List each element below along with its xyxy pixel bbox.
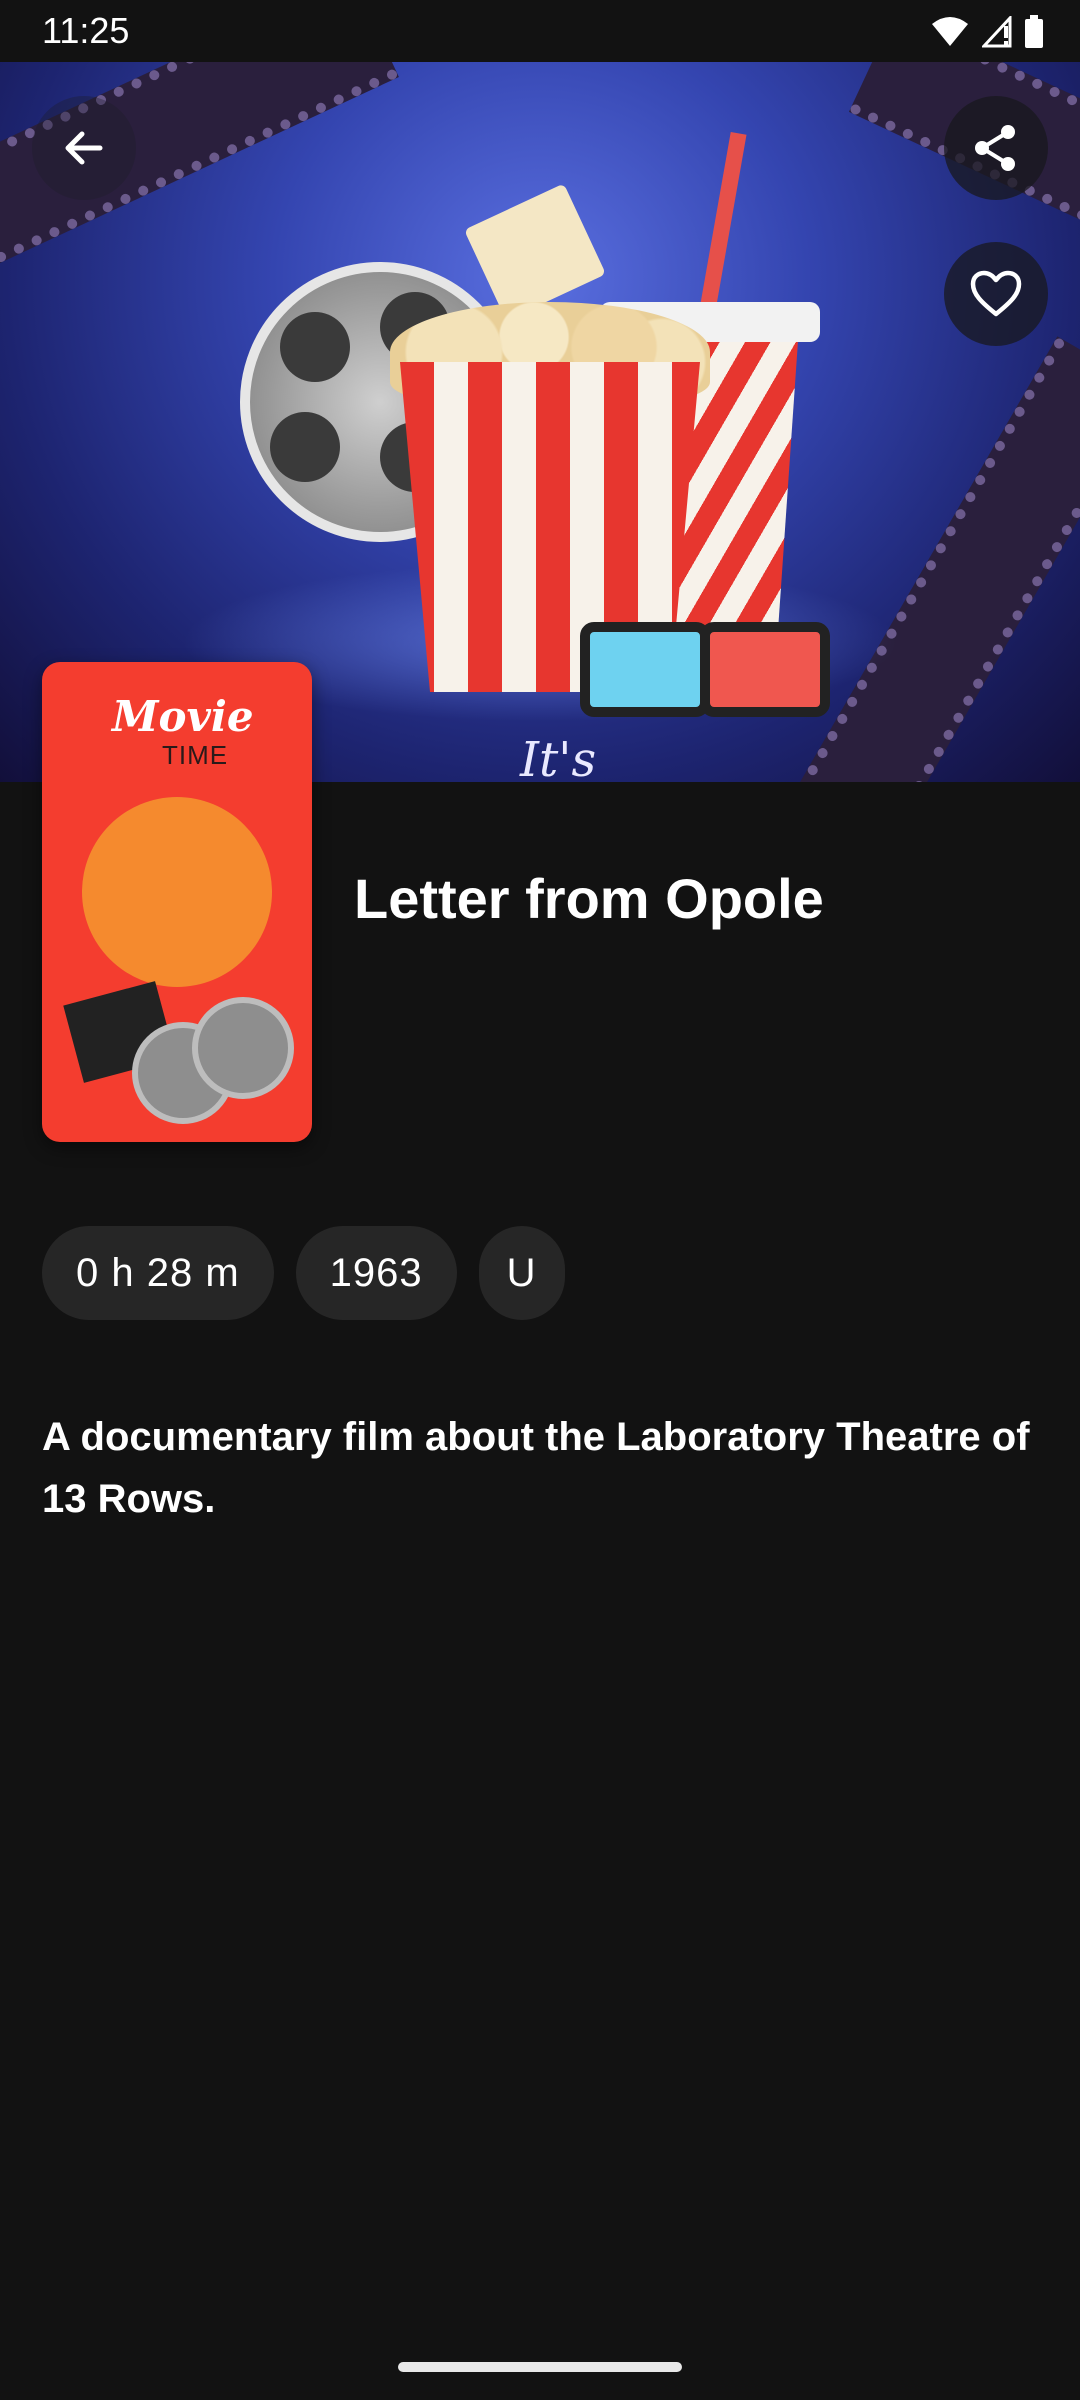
home-indicator[interactable] (398, 2362, 682, 2372)
signal-icon (982, 16, 1012, 48)
poster-reel-illustration (192, 997, 294, 1099)
wifi-icon (932, 17, 968, 46)
arrow-left-icon (65, 131, 103, 165)
back-button[interactable] (32, 96, 136, 200)
year-chip: 1963 (295, 1226, 457, 1320)
share-button[interactable] (944, 96, 1048, 200)
movie-title: Letter from Opole (354, 867, 824, 930)
movie-info-chips: 0 h 28 m 1963 U (42, 1226, 565, 1320)
3d-glasses-illustration (580, 622, 830, 717)
poster-title-movie: Movie (112, 692, 254, 741)
favorite-button[interactable] (944, 242, 1048, 346)
status-time: 11:25 (42, 10, 130, 51)
straw-illustration (699, 131, 747, 313)
tickets-illustration (464, 183, 606, 321)
hero-script-text: It's (520, 732, 597, 782)
movie-description: A documentary film about the Laboratory … (42, 1415, 1030, 1521)
poster-title-time: TIME (162, 740, 229, 770)
heart-outline-icon (970, 270, 1022, 317)
share-icon (975, 125, 1015, 171)
duration-chip: 0 h 28 m (42, 1226, 274, 1320)
movie-poster: Movie TIME (42, 662, 312, 1142)
rating-chip: U (478, 1226, 565, 1320)
status-icons (930, 12, 1044, 52)
status-bar: 11:25 (0, 0, 1080, 62)
battery-icon (1025, 15, 1043, 48)
